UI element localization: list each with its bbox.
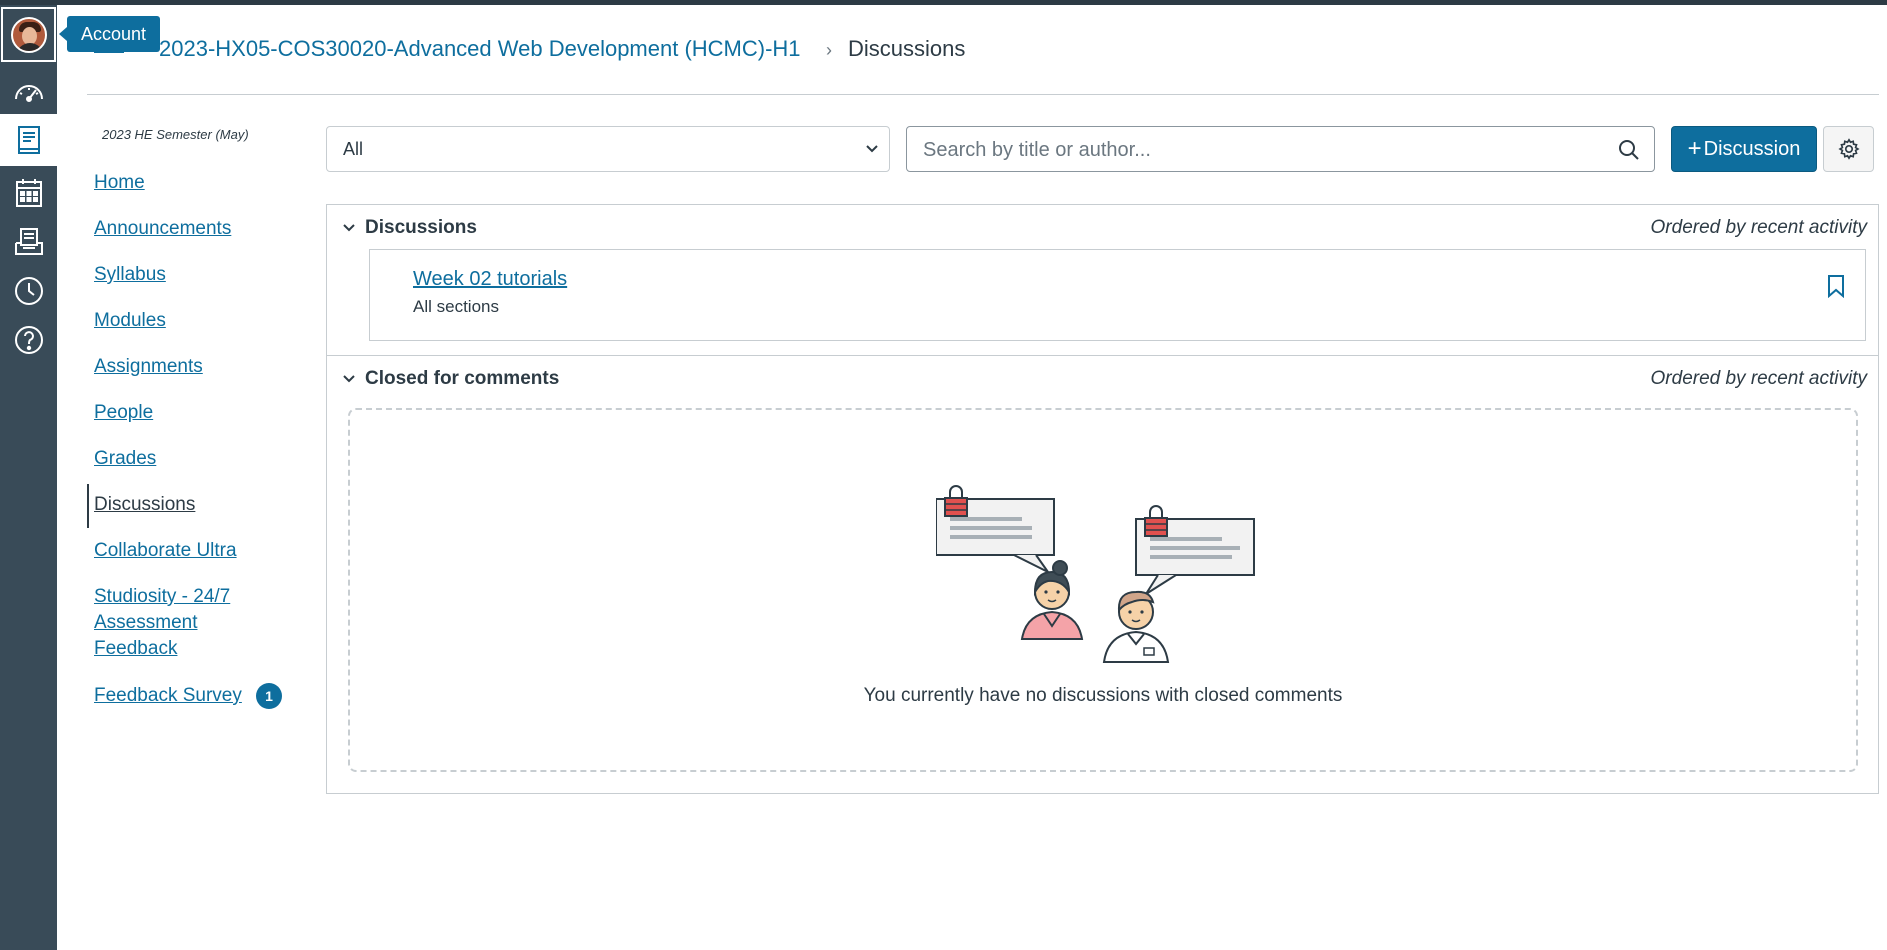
- empty-state-message: You currently have no discussions with c…: [863, 685, 1343, 706]
- chevron-down-icon: [343, 224, 355, 232]
- course-nav-syllabus[interactable]: Syllabus: [94, 262, 166, 288]
- course-nav-feedback-survey[interactable]: Feedback Survey: [94, 683, 242, 709]
- settings-button[interactable]: [1823, 126, 1874, 172]
- closed-discussions-illustration: [936, 485, 1255, 663]
- inbox-icon: [14, 227, 43, 255]
- course-nav-discussions[interactable]: Discussions: [94, 492, 195, 518]
- breadcrumb-separator: ›: [826, 40, 832, 60]
- courses-icon: [17, 126, 40, 154]
- closed-empty-state: You currently have no discussions with c…: [348, 408, 1858, 772]
- breadcrumb-course-link[interactable]: 2023-HX05-COS30020-Advanced Web Developm…: [159, 36, 801, 62]
- search-input[interactable]: [921, 136, 1605, 164]
- add-discussion-label: Discussion: [1703, 137, 1801, 160]
- inbox-nav-item[interactable]: [0, 217, 57, 266]
- feedback-survey-badge: 1: [256, 683, 282, 709]
- search-field[interactable]: [906, 126, 1655, 172]
- dashboard-icon: [14, 84, 43, 102]
- course-nav-grades[interactable]: Grades: [94, 446, 156, 472]
- account-nav-item[interactable]: [1, 7, 56, 62]
- course-nav-people[interactable]: People: [94, 400, 153, 426]
- gear-icon: [1837, 138, 1860, 160]
- closed-order-label: Ordered by recent activity: [1650, 368, 1867, 389]
- course-term: 2023 HE Semester (May): [102, 127, 249, 142]
- active-nav-indicator: [87, 484, 89, 528]
- courses-nav-item[interactable]: [0, 114, 57, 166]
- dashboard-nav-item[interactable]: [0, 67, 57, 116]
- course-nav-modules[interactable]: Modules: [94, 308, 166, 334]
- discussion-row[interactable]: Week 02 tutorials All sections: [369, 249, 1866, 341]
- account-tooltip: Account: [58, 16, 161, 52]
- filter-selected-value: All: [343, 139, 364, 159]
- add-discussion-button[interactable]: + Discussion: [1671, 126, 1817, 172]
- calendar-nav-item[interactable]: [0, 168, 57, 217]
- course-nav-assignments[interactable]: Assignments: [94, 354, 203, 380]
- discussion-sections: All sections: [413, 297, 499, 316]
- help-nav-item[interactable]: [0, 315, 57, 364]
- plus-icon: +: [1687, 135, 1702, 162]
- help-icon: [14, 325, 43, 354]
- history-icon: [14, 276, 43, 305]
- search-icon[interactable]: [1618, 139, 1640, 161]
- course-nav-announcements[interactable]: Announcements: [94, 216, 231, 242]
- calendar-icon: [15, 178, 42, 207]
- closed-section-title: Closed for comments: [365, 368, 560, 389]
- discussions-section-title: Discussions: [365, 217, 477, 238]
- discussion-title-link[interactable]: Week 02 tutorials: [413, 268, 567, 291]
- course-nav-collaborate-ultra[interactable]: Collaborate Ultra: [94, 538, 237, 564]
- chevron-down-icon: [866, 145, 878, 153]
- avatar[interactable]: [10, 16, 47, 53]
- discussion-filter-select[interactable]: All: [326, 126, 890, 172]
- discussions-order-label: Ordered by recent activity: [1650, 217, 1867, 238]
- bookmark-icon[interactable]: [1827, 274, 1845, 298]
- chevron-down-icon: [343, 375, 355, 383]
- section-divider: [326, 355, 1879, 356]
- course-nav-studiosity[interactable]: Studiosity - 24/7 Assessment Feedback: [94, 584, 274, 662]
- global-nav: [0, 5, 57, 950]
- header-divider: [87, 94, 1879, 95]
- top-bar: [0, 0, 1887, 5]
- course-menu-toggle[interactable]: [94, 50, 124, 66]
- breadcrumb-current: Discussions: [848, 36, 966, 61]
- closed-section-toggle[interactable]: Closed for comments: [341, 365, 559, 393]
- discussions-section-toggle[interactable]: Discussions: [341, 214, 477, 242]
- history-nav-item[interactable]: [0, 266, 57, 315]
- course-nav-home[interactable]: Home: [94, 170, 145, 196]
